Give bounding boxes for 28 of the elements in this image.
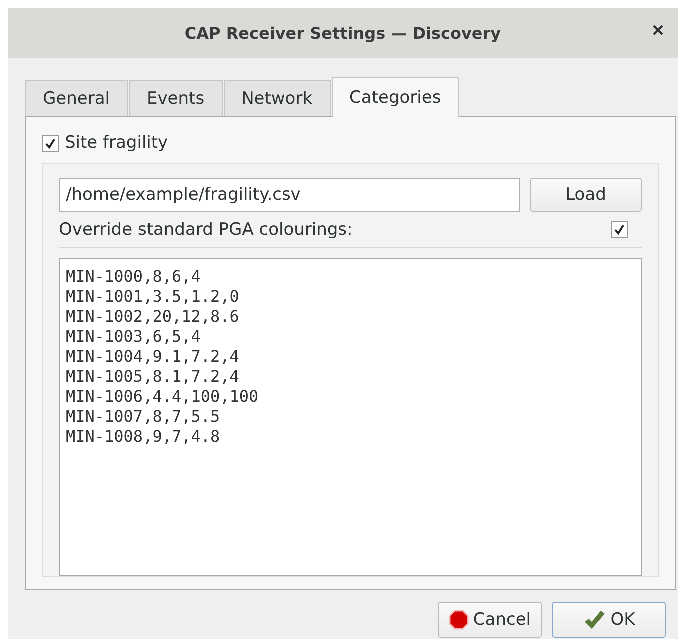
text-line: MIN-1008,9,7,4.8 <box>66 427 222 448</box>
stop-icon <box>449 610 470 630</box>
text-area[interactable]: MIN-1000,8,6,4 MIN-1001,3.5,1.2,0 MIN-1002,20,12,8.6 MIN-1003,6,5,4 MIN-1004,9.1,7.2,4 MIN-1005,8.1,7.2,4 MIN-1006,4.4,100,100 MIN-1007,8,7,5.5 MIN-1008,9,7,4.8 <box>59 258 642 576</box>
check-arrow-icon <box>582 610 607 630</box>
check-icon <box>45 138 56 148</box>
tab[interactable]: Network <box>224 80 331 116</box>
text-line: MIN-1002,20,12,8.6 <box>66 307 240 328</box>
window-title: CAP Receiver Settings — Discovery <box>184 24 502 42</box>
text-line: MIN-1004,9.1,7.2,4 <box>66 347 240 368</box>
file-path-field[interactable]: /home/example/fragility.csv <box>59 178 520 212</box>
checkbox-label: Site fragility <box>65 133 168 153</box>
close-button[interactable]: × <box>648 20 668 43</box>
override-label: Override standard PGA colourings: <box>59 220 353 240</box>
checkbox[interactable] <box>611 221 628 238</box>
text-line: MIN-1000,8,6,4 <box>66 267 202 288</box>
tab[interactable]: Events <box>129 80 223 116</box>
text-line: MIN-1005,8.1,7.2,4 <box>66 367 240 388</box>
text-line: MIN-1006,4.4,100,100 <box>66 387 260 408</box>
text-line: MIN-1001,3.5,1.2,0 <box>66 287 240 308</box>
ok-button[interactable]: OK <box>552 602 666 638</box>
text-line: MIN-1003,6,5,4 <box>66 327 202 348</box>
tab[interactable]: General <box>25 80 128 116</box>
tab[interactable]: Categories <box>332 77 460 117</box>
cancel-button[interactable]: Cancel <box>438 602 542 638</box>
check-icon <box>614 224 625 236</box>
text-line: MIN-1007,8,7,5.5 <box>66 407 222 428</box>
checkbox[interactable] <box>42 134 59 152</box>
load-button[interactable]: Load <box>530 178 642 212</box>
